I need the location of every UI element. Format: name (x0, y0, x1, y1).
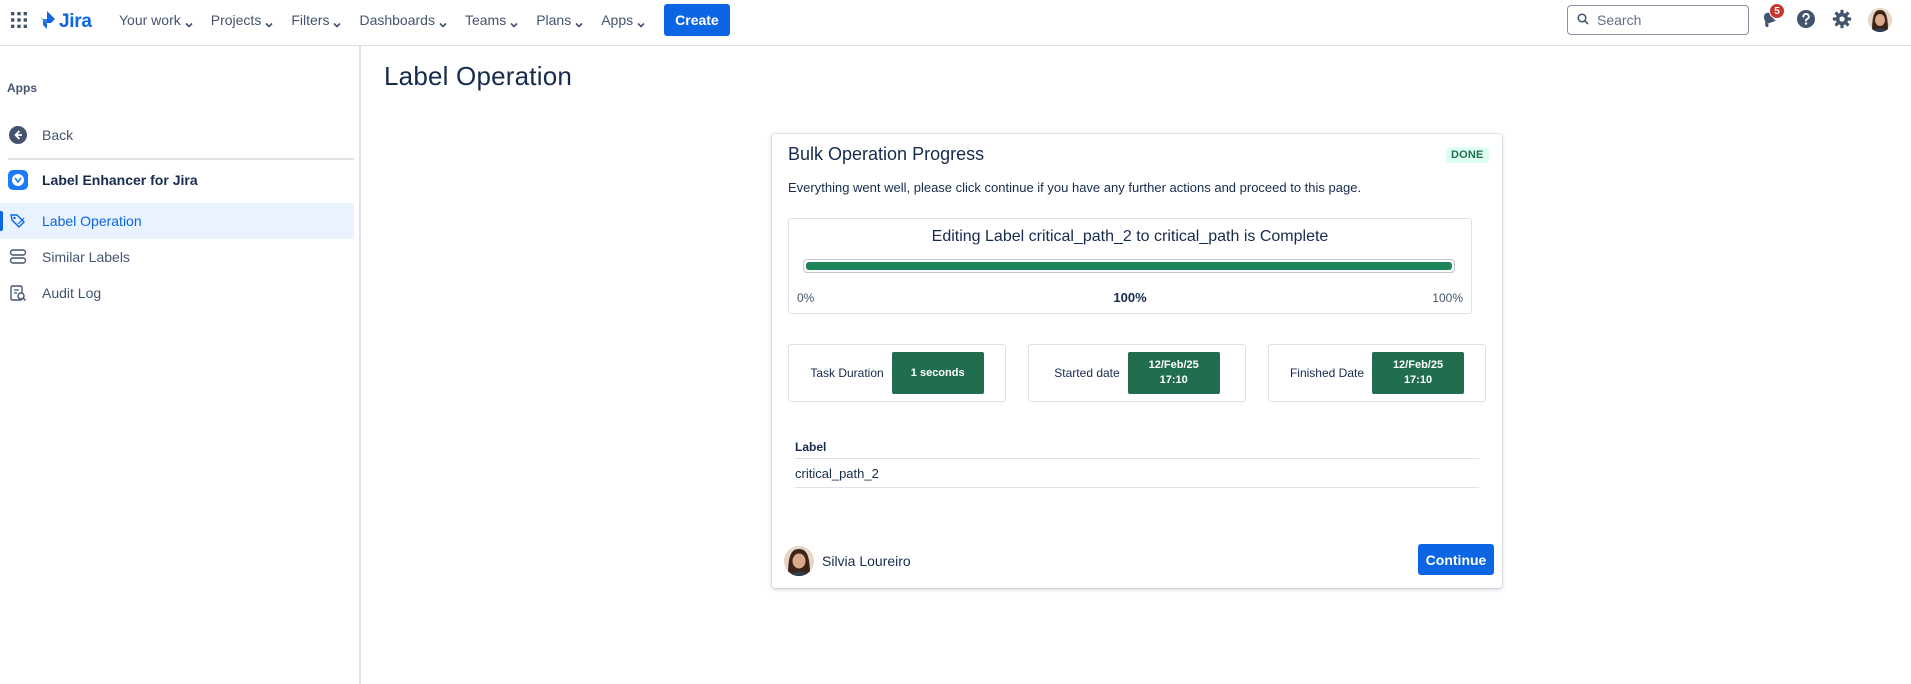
nav-label: Apps (601, 12, 634, 28)
sidebar-item-label-operation[interactable]: Label Operation (0, 203, 354, 239)
nav-your-work[interactable]: Your work (110, 0, 202, 40)
app-logo-icon (8, 170, 28, 190)
bulk-operation-card: Bulk Operation Progress DONE Everything … (772, 134, 1502, 588)
sidebar-item-label: Audit Log (42, 285, 102, 301)
stat-value: 12/Feb/25 17:10 (1127, 352, 1220, 394)
chevron-down-icon (510, 16, 518, 28)
chevron-down-icon (265, 16, 273, 28)
progress-panel: Editing Label critical_path_2 to critica… (788, 218, 1472, 314)
stat-label: Started date (1054, 366, 1120, 380)
stat-label: Task Duration (810, 366, 884, 380)
notification-count-badge: 5 (1769, 3, 1785, 19)
sidebar: Apps Back Label Enhancer for Jira Label … (0, 46, 361, 684)
avatar (784, 546, 814, 576)
nav-apps[interactable]: Apps (592, 0, 654, 40)
label-table: Label critical_path_2 (795, 440, 1479, 488)
sidebar-back-label: Back (42, 127, 74, 143)
page-title: Label Operation (384, 61, 573, 91)
label-edit-icon (8, 211, 28, 231)
sidebar-item-label: Label Operation (42, 213, 142, 229)
card-description: Everything went well, please click conti… (788, 180, 1362, 195)
nav-plans[interactable]: Plans (527, 0, 592, 40)
arrow-left-circle-icon (8, 125, 28, 145)
continue-button[interactable]: Continue (1418, 544, 1494, 575)
chevron-down-icon (575, 16, 583, 28)
stat-started-date: Started date 12/Feb/25 17:10 (1028, 344, 1246, 402)
jira-logo-text: Jira (59, 10, 92, 32)
status-badge: DONE (1446, 147, 1489, 163)
stat-label: Finished Date (1289, 366, 1365, 380)
gear-icon (1832, 9, 1852, 32)
nav-dashboards[interactable]: Dashboards (350, 0, 456, 40)
help-icon (1796, 9, 1816, 32)
sidebar-back-link[interactable]: Back (0, 117, 354, 153)
chevron-down-icon (637, 16, 645, 28)
notifications-button[interactable]: 5 (1757, 3, 1785, 32)
chevron-down-icon (333, 16, 342, 28)
progress-title: Editing Label critical_path_2 to critica… (931, 228, 1329, 245)
stat-finished-date: Finished Date 12/Feb/25 17:10 (1268, 344, 1486, 402)
nav-teams[interactable]: Teams (456, 0, 527, 40)
progress-value-label: 100% (1113, 290, 1147, 305)
stat-task-duration: Task Duration 1 seconds (788, 344, 1006, 402)
settings-button[interactable] (1830, 8, 1854, 32)
chevron-down-icon (185, 16, 193, 28)
card-title: Bulk Operation Progress (788, 144, 985, 164)
search-input[interactable] (1597, 12, 1737, 28)
search-box[interactable] (1567, 5, 1749, 35)
table-row: critical_path_2 (795, 459, 1479, 488)
sidebar-item-similar-labels[interactable]: Similar Labels (0, 239, 354, 275)
nav-label: Your work (119, 12, 181, 28)
table-header: Label (795, 440, 1479, 459)
chevron-down-icon (439, 16, 447, 28)
help-button[interactable] (1794, 8, 1818, 32)
nav-label: Teams (464, 12, 507, 28)
sidebar-divider (8, 158, 354, 160)
jira-logo[interactable]: Jira (38, 10, 92, 33)
user-name: Silvia Loureiro (822, 553, 911, 569)
sidebar-heading: Apps (7, 81, 37, 95)
nav-filters[interactable]: Filters (282, 0, 350, 40)
nav-label: Projects (210, 12, 262, 28)
jira-logo-icon (38, 10, 56, 33)
app-name: Label Enhancer for Jira (42, 172, 198, 188)
main-nav: Your work Projects Filters Dashboards Te… (110, 0, 730, 40)
search-icon (1577, 12, 1589, 28)
nav-label: Filters (291, 12, 330, 28)
stat-value: 1 seconds (891, 352, 984, 394)
sidebar-item-label: Similar Labels (42, 249, 130, 265)
stack-icon (8, 247, 28, 267)
sidebar-item-audit-log[interactable]: Audit Log (0, 275, 354, 311)
grid-icon[interactable] (10, 11, 28, 29)
sidebar-app-header[interactable]: Label Enhancer for Jira (0, 162, 354, 198)
progress-bar (803, 259, 1455, 273)
audit-log-icon (8, 283, 28, 303)
user-avatar[interactable] (1868, 8, 1892, 32)
progress-max-label: 100% (1432, 291, 1463, 305)
progress-bar-fill (806, 262, 1452, 270)
nav-label: Plans (536, 12, 572, 28)
create-button[interactable]: Create (664, 4, 730, 36)
top-navigation-bar: Jira Your work Projects Filters Dashboar… (0, 0, 1911, 46)
nav-projects[interactable]: Projects (202, 0, 283, 40)
stat-value: 12/Feb/25 17:10 (1372, 352, 1465, 394)
nav-label: Dashboards (359, 12, 435, 28)
